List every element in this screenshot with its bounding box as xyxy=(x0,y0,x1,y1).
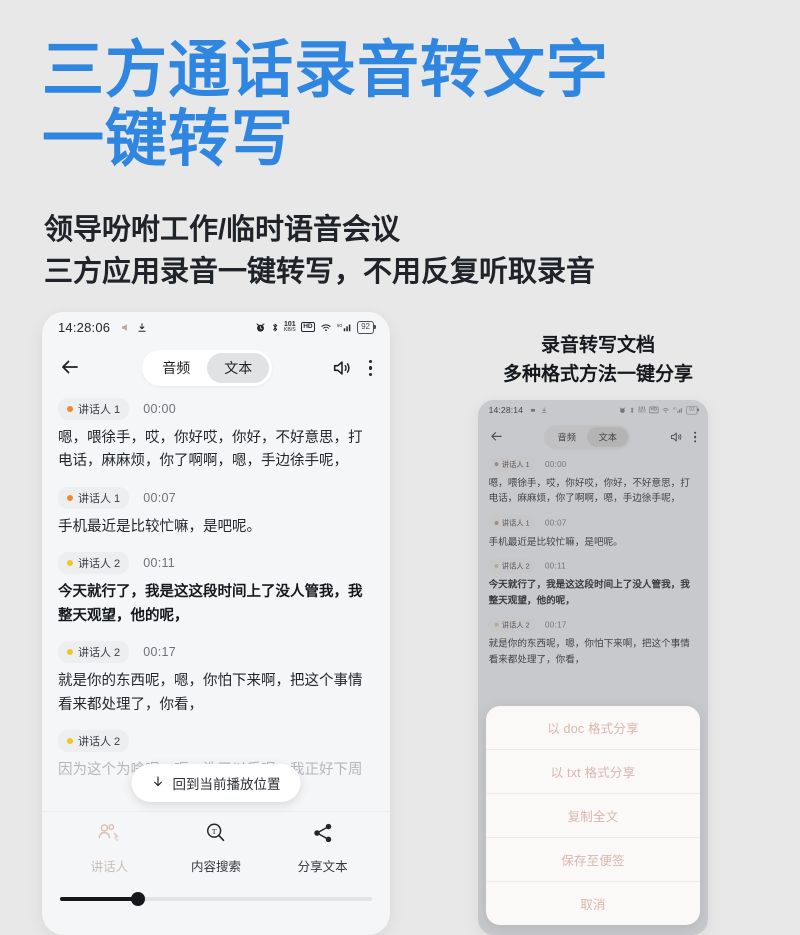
svg-text:T: T xyxy=(212,827,217,836)
transcript-segment-active[interactable]: 讲话人 2 00:11 今天就行了，我是这这段时间上了没人管我，我整天观望，他的… xyxy=(58,552,374,628)
speaker-label: 讲话人 2 xyxy=(78,647,121,660)
segment-timestamp: 00:11 xyxy=(143,556,176,571)
segment-timestamp: 00:07 xyxy=(143,490,176,505)
share-as-doc-button[interactable]: 以 doc 格式分享 xyxy=(486,706,700,750)
transcript-segment[interactable]: 讲话人 2 00:17 就是你的东西呢，嗯，你怕下来啊，把这个事情看来都处理了，… xyxy=(58,641,374,717)
alarm-icon xyxy=(255,322,266,333)
speaker-badge: 讲话人 2 xyxy=(58,730,130,753)
cancel-button[interactable]: 取消 xyxy=(486,882,700,925)
segment-text: 今天就行了，我是这这段时间上了没人管我，我整天观望，他的呢， xyxy=(58,584,363,624)
playback-slider-fill xyxy=(60,897,138,901)
toolbar-item-content-search[interactable]: T 内容搜索 xyxy=(163,822,270,875)
speaker-color-dot xyxy=(67,406,73,412)
save-to-notes-button[interactable]: 保存至便签 xyxy=(486,838,700,882)
toolbar-item-share-text[interactable]: 分享文本 xyxy=(269,822,376,875)
svg-text:5G: 5G xyxy=(337,322,342,327)
speaker-color-dot xyxy=(67,494,73,501)
speaker-label: 讲话人 2 xyxy=(78,558,121,571)
share-as-txt-button[interactable]: 以 txt 格式分享 xyxy=(486,750,700,794)
download-icon xyxy=(137,322,147,333)
promo-title: 三方通话录音转文字 一键转写 xyxy=(42,36,610,175)
copy-full-text-button[interactable]: 复制全文 xyxy=(486,794,700,838)
app-header: 音频 文本 xyxy=(42,342,390,394)
transcript-list: 讲话人 1 00:00 嗯，喂徐手，哎，你好哎，你好，不好意思，打电话，麻麻烦，… xyxy=(42,394,390,783)
speaker-color-dot xyxy=(67,738,73,745)
speakers-icon xyxy=(97,822,121,849)
audio-text-segmented-control: 音频 文本 xyxy=(142,350,273,386)
hd-icon: HD xyxy=(300,322,316,332)
back-to-current-playback-label: 回到当前播放位置 xyxy=(172,777,281,792)
segment-text: 就是你的东西呢，嗯，你怕下来啊，把这个事情看来都处理了，你看， xyxy=(58,673,363,713)
speaker-badge: 讲话人 2 xyxy=(58,552,130,575)
mute-icon xyxy=(120,322,131,333)
right-caption: 录音转写文档 多种格式方法一键分享 xyxy=(502,335,693,385)
share-icon xyxy=(311,822,335,849)
status-time: 14:28:06 xyxy=(58,319,111,335)
bottom-toolbar: 讲话人 T 内容搜索 分享文本 xyxy=(42,811,390,883)
bluetooth-icon xyxy=(271,322,279,333)
segment-timestamp: 00:17 xyxy=(143,645,176,660)
battery-indicator: 92 xyxy=(357,320,376,334)
phone-main-screen: 14:28:06 101 KB/S HD 5G 92 音频 文本 讲话人 1 0… xyxy=(42,312,390,935)
promo-subtitle: 领导吩咐工作/临时语音会议 三方应用录音一键转写，不用反复听取录音 xyxy=(44,214,596,289)
toolbar-label-speakers: 讲话人 xyxy=(90,860,129,874)
segment-text: 手机最近是比较忙嘛，是吧呢。 xyxy=(58,518,261,535)
share-action-sheet: 以 doc 格式分享 以 txt 格式分享 复制全文 保存至便签 取消 xyxy=(486,706,700,925)
toolbar-label-share-text: 分享文本 xyxy=(297,860,348,874)
tab-text[interactable]: 文本 xyxy=(207,353,270,383)
transcript-segment[interactable]: 讲话人 1 00:07 手机最近是比较忙嘛，是吧呢。 xyxy=(58,486,374,539)
speaker-color-dot xyxy=(67,649,73,656)
more-vertical-icon[interactable] xyxy=(367,358,374,378)
segment-timestamp: 00:00 xyxy=(143,402,176,416)
speaker-label: 讲话人 2 xyxy=(78,736,121,749)
speaker-badge: 讲话人 1 xyxy=(58,398,130,420)
back-to-current-playback-button[interactable]: 回到当前播放位置 xyxy=(131,764,301,802)
toolbar-item-speakers[interactable]: 讲话人 xyxy=(56,822,163,875)
speaker-icon[interactable] xyxy=(331,357,353,379)
toolbar-label-content-search: 内容搜索 xyxy=(191,860,242,874)
status-bar: 14:28:06 101 KB/S HD 5G 92 xyxy=(42,312,390,342)
speaker-color-dot xyxy=(67,560,73,567)
cellular-signal-icon: 5G xyxy=(337,322,352,333)
back-arrow-icon[interactable] xyxy=(58,355,84,381)
segment-text: 嗯，喂徐手，哎，你好哎，你好，不好意思，打电话，麻麻烦，你了啊啊，嗯，手边徐手呢… xyxy=(58,430,363,470)
speaker-label: 讲话人 1 xyxy=(78,404,121,416)
arrow-down-icon xyxy=(152,775,165,791)
tab-audio[interactable]: 音频 xyxy=(145,353,207,383)
transcript-segment[interactable]: 讲话人 1 00:00 嗯，喂徐手，哎，你好哎，你好，不好意思，打电话，麻麻烦，… xyxy=(58,398,374,474)
promo-page: 三方通话录音转文字 一键转写 领导吩咐工作/临时语音会议 三方应用录音一键转写，… xyxy=(0,0,800,935)
wifi-icon xyxy=(320,322,332,333)
phone-secondary-screen: 14:28:14 101 KB/S HD 5G 92 音频 文本 讲话人 1 0… xyxy=(478,400,708,935)
playback-slider-thumb[interactable] xyxy=(131,892,145,906)
network-speed-indicator: 101 KB/S xyxy=(283,321,296,333)
speaker-label: 讲话人 1 xyxy=(78,492,121,505)
text-search-icon: T xyxy=(204,822,228,849)
speaker-badge: 讲话人 2 xyxy=(58,641,130,664)
speaker-badge: 讲话人 1 xyxy=(58,486,130,509)
playback-slider[interactable] xyxy=(60,892,372,906)
player-bar xyxy=(42,883,390,935)
